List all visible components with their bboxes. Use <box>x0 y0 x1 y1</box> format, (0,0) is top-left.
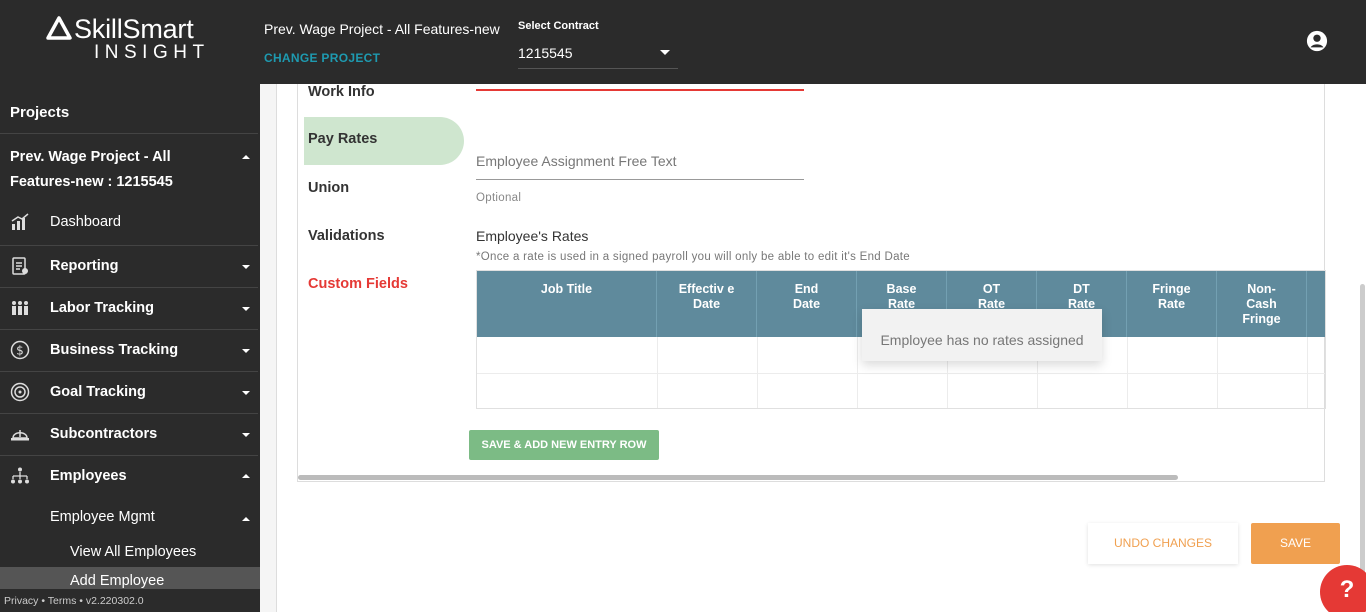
column-header[interactable]: Effectiv e Date <box>657 271 757 337</box>
tab-work-info[interactable]: Work Info <box>308 84 375 100</box>
sidebar-item-employee-mgmt[interactable]: Employee Mgmt <box>50 509 155 525</box>
sidebar-item-goal-tracking[interactable]: Goal Tracking <box>0 371 258 413</box>
chevron-down-icon <box>242 349 250 353</box>
dashboard-icon <box>11 213 29 230</box>
save-add-entry-row-button[interactable]: SAVE & ADD NEW ENTRY ROW <box>469 430 659 460</box>
sidebar-item-employees[interactable]: Employees <box>0 455 258 497</box>
sidebar-item-dashboard[interactable]: Dashboard <box>0 201 258 243</box>
assignment-free-text-input[interactable]: Employee Assignment Free Text <box>476 150 804 180</box>
chevron-up-icon <box>242 517 250 521</box>
sidebar-project-name[interactable]: Prev. Wage Project - All Features-new : … <box>10 145 230 195</box>
rates-section-title: Employee's Rates <box>476 228 589 244</box>
no-rates-overlay: Employee has no rates assigned <box>862 309 1102 361</box>
content-card: Work Info Pay Rates Union Validations Cu… <box>276 84 1366 612</box>
svg-text:$: $ <box>16 344 24 358</box>
sidebar-item-label: Dashboard <box>50 214 121 230</box>
chevron-up-icon <box>242 155 250 159</box>
divider <box>0 133 258 134</box>
chevron-down-icon <box>242 433 250 437</box>
tab-validations[interactable]: Validations <box>308 228 385 244</box>
chevron-down-icon <box>242 307 250 311</box>
user-account-icon[interactable] <box>1306 30 1328 52</box>
contract-select[interactable]: 1215545 <box>518 38 678 69</box>
chevron-down-icon <box>242 391 250 395</box>
save-button[interactable]: SAVE <box>1251 523 1340 564</box>
vertical-scrollbar[interactable] <box>1360 284 1365 612</box>
chevron-down-icon <box>242 265 250 269</box>
help-button[interactable]: ? <box>1320 565 1366 612</box>
chevron-up-icon <box>242 474 250 478</box>
sidebar-item-labor-tracking[interactable]: Labor Tracking <box>0 287 258 329</box>
row-divider <box>477 373 1325 374</box>
undo-changes-button[interactable]: UNDO CHANGES <box>1088 523 1238 564</box>
sidebar-item-label: Subcontractors <box>50 426 158 442</box>
tab-pay-rates: Pay Rates <box>308 131 378 147</box>
app-logo[interactable]: SkillSmart INSIGHT <box>44 14 219 64</box>
hardhat-icon <box>11 430 29 441</box>
sidebar: Projects Prev. Wage Project - All Featur… <box>0 84 260 612</box>
optional-helper-text: Optional <box>476 192 522 204</box>
reporting-icon <box>12 257 28 275</box>
sidebar-item-label: Employees <box>50 468 127 484</box>
column-header[interactable]: Non-Cash Fringe <box>1217 271 1307 337</box>
org-chart-icon <box>11 467 29 484</box>
rates-section-note: *Once a rate is used in a signed payroll… <box>476 251 910 263</box>
logo-brand-text: SkillSmart <box>74 14 194 44</box>
chevron-down-icon <box>660 50 670 55</box>
sidebar-item-label: Reporting <box>50 258 119 274</box>
sidebar-item-subcontractors[interactable]: Subcontractors <box>0 413 258 455</box>
top-bar: SkillSmart INSIGHT Prev. Wage Project - … <box>0 0 1366 84</box>
main-content: Work Info Pay Rates Union Validations Cu… <box>260 84 1366 612</box>
column-header[interactable]: End Date <box>757 271 857 337</box>
horizontal-scrollbar[interactable] <box>298 475 1178 480</box>
logo-triangle-icon <box>46 16 72 40</box>
tab-pay-rates-bg[interactable]: Pay Rates <box>304 117 464 165</box>
target-icon <box>10 382 30 402</box>
sidebar-item-label: Labor Tracking <box>50 300 154 316</box>
current-project-title: Prev. Wage Project - All Features-new <box>264 21 500 37</box>
column-header[interactable]: Job Title <box>477 271 657 337</box>
sidebar-item-business-tracking[interactable]: $ Business Tracking <box>0 329 258 371</box>
employee-form-panel: Work Info Pay Rates Union Validations Cu… <box>297 84 1326 482</box>
sidebar-item-label: Goal Tracking <box>50 384 146 400</box>
contract-label: Select Contract <box>518 20 599 32</box>
sidebar-item-view-all-employees[interactable]: View All Employees <box>70 544 196 560</box>
change-project-link[interactable]: CHANGE PROJECT <box>264 51 380 65</box>
labor-icon <box>12 301 28 315</box>
contract-value: 1215545 <box>518 45 573 61</box>
column-header[interactable]: Fringe Rate <box>1127 271 1217 337</box>
sidebar-item-reporting[interactable]: Reporting <box>0 245 258 287</box>
assignment-free-text-placeholder: Employee Assignment Free Text <box>476 153 677 169</box>
field-error-underline <box>476 89 804 91</box>
logo-sub-text: INSIGHT <box>94 42 210 63</box>
sidebar-projects-heading: Projects <box>10 104 70 121</box>
sidebar-footer-links[interactable]: Privacy • Terms • v2.220302.0 <box>4 595 144 607</box>
dollar-icon: $ <box>10 340 30 360</box>
sidebar-item-add-employee[interactable]: Add Employee <box>70 573 164 589</box>
rates-table: Job Title Effectiv e Date End Date Base … <box>476 270 1326 409</box>
tab-union[interactable]: Union <box>308 180 349 196</box>
tab-custom-fields[interactable]: Custom Fields <box>308 276 408 292</box>
sidebar-item-label: Business Tracking <box>50 342 179 358</box>
